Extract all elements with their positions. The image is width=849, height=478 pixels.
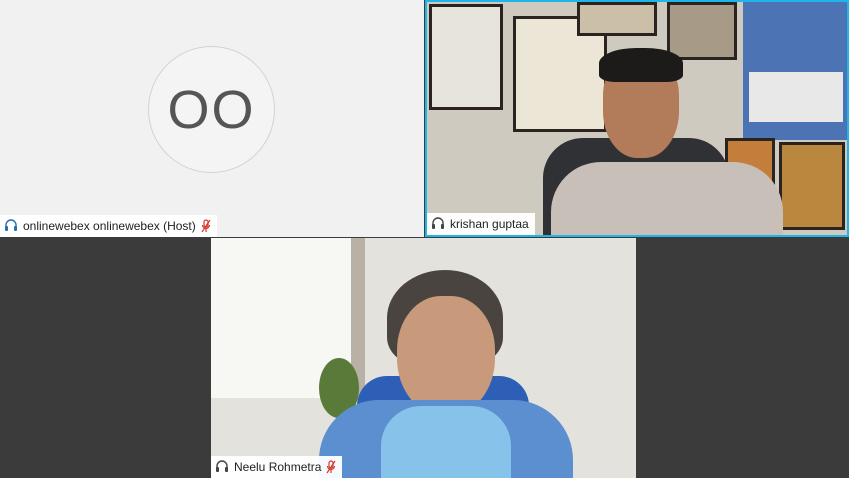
participant-tile-active-speaker[interactable]: krishan guptaa xyxy=(425,0,849,237)
mic-muted-icon[interactable] xyxy=(201,219,211,233)
participant-name: krishan guptaa xyxy=(450,217,529,231)
headset-icon xyxy=(216,460,228,472)
avatar: OO xyxy=(148,46,275,173)
participant-name: Neelu Rohmetra xyxy=(234,460,322,474)
person-head xyxy=(397,296,495,416)
wall-frame xyxy=(779,142,845,230)
participant-tile[interactable]: Neelu Rohmetra xyxy=(211,238,636,478)
wall-poster xyxy=(749,72,843,122)
participant-tile-host[interactable]: OO onlinewebex onlinewebex (Host) xyxy=(0,0,424,237)
wall-frame xyxy=(577,2,657,36)
person-hair xyxy=(599,48,683,82)
participant-name-tag: krishan guptaa xyxy=(427,213,535,235)
headset-icon xyxy=(5,219,17,231)
wall-frame xyxy=(667,2,737,60)
headset-icon xyxy=(432,217,444,229)
video-grid: OO onlinewebex onlinewebex (Host) krisha… xyxy=(0,0,849,478)
mic-muted-icon[interactable] xyxy=(326,460,336,474)
participant-name-tag: onlinewebex onlinewebex (Host) xyxy=(0,215,217,237)
person-shirt xyxy=(551,162,783,235)
wall-frame xyxy=(429,4,503,110)
participant-name-tag: Neelu Rohmetra xyxy=(211,456,343,478)
person-scarf xyxy=(381,406,511,478)
participant-name: onlinewebex onlinewebex (Host) xyxy=(23,219,196,233)
